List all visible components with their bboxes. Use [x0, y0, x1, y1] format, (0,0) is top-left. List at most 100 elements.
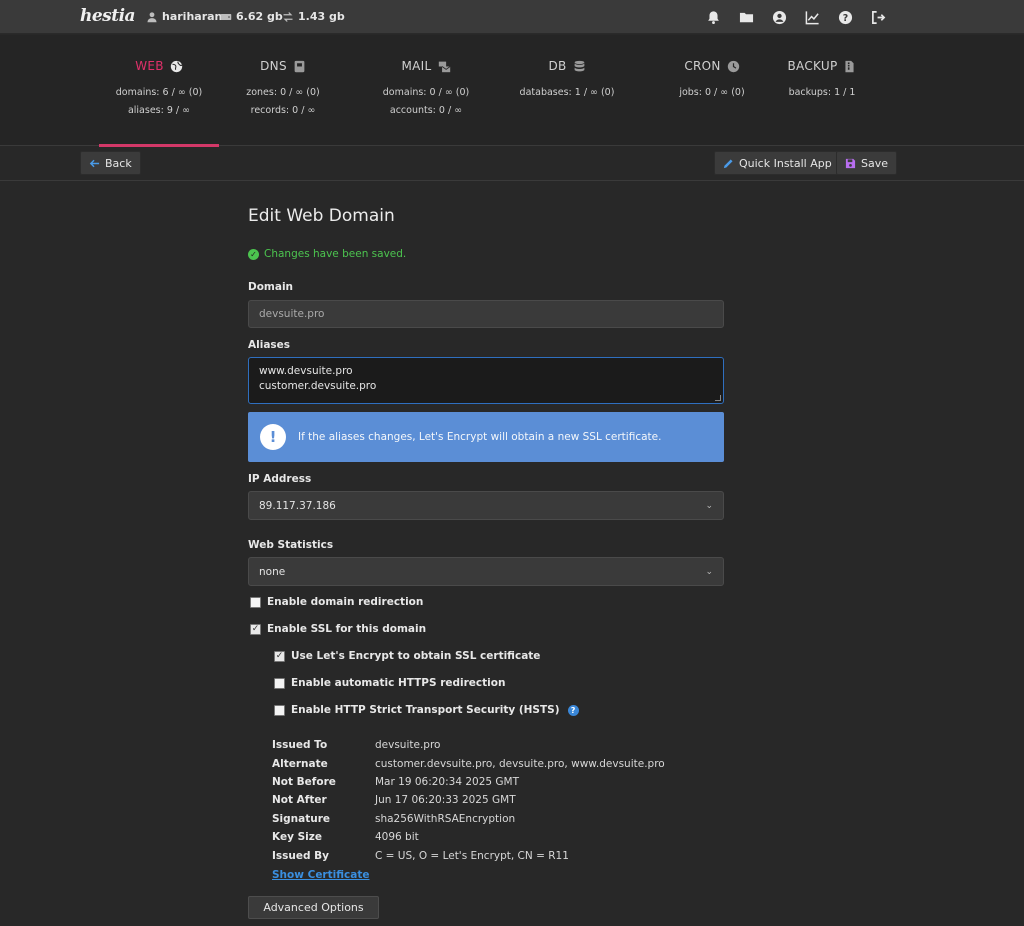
disk-usage: 6.62 gb [236, 10, 283, 23]
ip-address-value: 89.117.37.186 [259, 499, 336, 512]
cert-key: Not Before [272, 776, 336, 788]
ip-address-select[interactable]: 89.117.37.186 ⌄ [248, 491, 724, 520]
hestia-logo[interactable]: hestia [80, 6, 136, 26]
aliases-textarea[interactable]: www.devsuite.pro customer.devsuite.pro [248, 357, 724, 404]
tab-dns-line1: zones: 0 / ∞ (0) [246, 87, 320, 98]
checkbox-box[interactable] [274, 650, 285, 662]
user-stat[interactable]: hariharan [146, 10, 222, 23]
tab-db[interactable]: DB databases: 1 / ∞ (0) [507, 35, 627, 146]
cert-row-signature: Signature sha256WithRSAEncryption [272, 813, 515, 825]
cert-value: 4096 bit [375, 831, 419, 843]
cert-key: Issued To [272, 739, 328, 751]
svg-text:?: ? [842, 12, 847, 23]
tab-dns[interactable]: DNS zones: 0 / ∞ (0) records: 0 / ∞ [223, 35, 343, 146]
checkbox-box[interactable] [274, 704, 285, 716]
advanced-options-label: Advanced Options [263, 901, 364, 914]
bell-icon[interactable] [705, 9, 721, 25]
file-archive-icon [845, 60, 855, 72]
domain-redirection-label: Enable domain redirection [267, 596, 424, 608]
tab-backup-line1: backups: 1 / 1 [788, 87, 856, 98]
quick-install-button[interactable]: Quick Install App [714, 151, 841, 175]
tab-mail-line1: domains: 0 / ∞ (0) [382, 87, 470, 98]
checkbox-box[interactable] [274, 677, 285, 689]
tab-web-line2: aliases: 9 / ∞ [127, 105, 191, 116]
letsencrypt-checkbox[interactable]: Use Let's Encrypt to obtain SSL certific… [274, 650, 540, 662]
mail-bulk-icon [438, 61, 450, 72]
ssl-label: Enable SSL for this domain [267, 623, 427, 635]
tab-cron[interactable]: CRON jobs: 0 / ∞ (0) [652, 35, 772, 146]
toolbar: Back Quick Install App Save [0, 147, 1024, 181]
cert-row-issued-by: Issued By C = US, O = Let's Encrypt, CN … [272, 850, 569, 862]
hard-drive-icon [220, 13, 232, 20]
folder-icon[interactable] [738, 9, 754, 25]
user-circle-icon[interactable] [771, 9, 787, 25]
tab-dns-line2: records: 0 / ∞ [250, 105, 316, 116]
cert-row-not-before: Not Before Mar 19 06:20:34 2025 GMT [272, 776, 519, 788]
back-label: Back [105, 156, 132, 170]
save-button[interactable]: Save [836, 151, 898, 175]
bandwidth-usage: 1.43 gb [298, 10, 345, 23]
tab-web[interactable]: WEB domains: 6 / ∞ (0) aliases: 9 / ∞ [99, 35, 219, 147]
advanced-options-button[interactable]: Advanced Options [248, 896, 379, 919]
tab-mail[interactable]: MAIL domains: 0 / ∞ (0) accounts: 0 / ∞ [366, 35, 486, 146]
success-message: ✓ Changes have been saved. [248, 248, 406, 260]
ssl-checkbox[interactable]: Enable SSL for this domain [250, 623, 426, 635]
tab-backup[interactable]: BACKUP backups: 1 / 1 [762, 35, 882, 146]
tab-db-label: DB [548, 59, 567, 73]
checkbox-box[interactable] [250, 596, 261, 608]
tab-cron-label: CRON [684, 59, 721, 73]
save-label: Save [861, 156, 889, 170]
cert-key: Signature [272, 813, 331, 825]
tab-cron-line1: jobs: 0 / ∞ (0) [679, 87, 745, 98]
aliases-label: Aliases [248, 339, 291, 351]
hsts-label: Enable HTTP Strict Transport Security (H… [291, 704, 560, 716]
chart-line-icon[interactable] [804, 9, 820, 25]
https-redirect-checkbox[interactable]: Enable automatic HTTPS redirection [274, 677, 505, 689]
tab-mail-label: MAIL [401, 59, 432, 73]
web-stats-value: none [259, 565, 286, 578]
alias-line: www.devsuite.pro [259, 365, 353, 377]
domain-value: devsuite.pro [259, 308, 325, 320]
globe-icon [170, 60, 183, 72]
cert-key: Key Size [272, 831, 322, 843]
alert-text: If the aliases changes, Let's Encrypt wi… [298, 431, 662, 443]
cert-key: Alternate [272, 758, 328, 770]
domain-field[interactable]: devsuite.pro [248, 300, 724, 328]
cert-value: devsuite.pro [375, 739, 441, 751]
https-redirect-label: Enable automatic HTTPS redirection [291, 677, 506, 689]
pencil-icon [723, 158, 733, 168]
tab-dns-label: DNS [260, 59, 287, 73]
cert-value: Jun 17 06:20:33 2025 GMT [375, 794, 516, 806]
database-icon [574, 60, 584, 71]
show-certificate-link[interactable]: Show Certificate [272, 869, 369, 881]
checkbox-box[interactable] [250, 623, 261, 635]
back-button[interactable]: Back [80, 151, 141, 175]
disk-stat: 6.62 gb [220, 10, 283, 23]
cert-row-not-after: Not After Jun 17 06:20:33 2025 GMT [272, 794, 516, 806]
help-icon[interactable]: ? [837, 9, 853, 25]
cert-key: Not After [272, 794, 327, 806]
hsts-checkbox[interactable]: Enable HTTP Strict Transport Security (H… [274, 704, 579, 716]
cert-value: Mar 19 06:20:34 2025 GMT [375, 776, 520, 788]
alias-line: customer.devsuite.pro [259, 380, 377, 392]
resize-grip[interactable] [715, 395, 721, 401]
cert-row-issued-to: Issued To devsuite.pro [272, 739, 440, 751]
logout-icon[interactable] [870, 9, 886, 25]
success-text: Changes have been saved. [264, 248, 407, 260]
web-stats-select[interactable]: none ⌄ [248, 557, 724, 586]
check-circle-icon: ✓ [248, 248, 259, 260]
arrow-left-icon [89, 159, 100, 167]
tab-web-label: WEB [135, 59, 164, 73]
top-bar: hestia hariharan 6.62 gb 1.43 gb ? [0, 0, 1024, 34]
domain-redirection-checkbox[interactable]: Enable domain redirection [250, 596, 423, 608]
web-stats-label: Web Statistics [248, 539, 334, 551]
domain-label: Domain [248, 281, 294, 293]
exclamation-icon: ! [260, 424, 286, 450]
dns-book-icon [294, 60, 305, 72]
stats-tabs: WEB domains: 6 / ∞ (0) aliases: 9 / ∞ DN… [0, 35, 1024, 147]
cert-row-alternate: Alternate customer.devsuite.pro, devsuit… [272, 758, 665, 770]
cert-value: sha256WithRSAEncryption [375, 813, 516, 825]
ip-address-label: IP Address [248, 473, 312, 485]
top-icons: ? [705, 9, 886, 25]
question-circle-icon[interactable]: ? [567, 704, 579, 716]
